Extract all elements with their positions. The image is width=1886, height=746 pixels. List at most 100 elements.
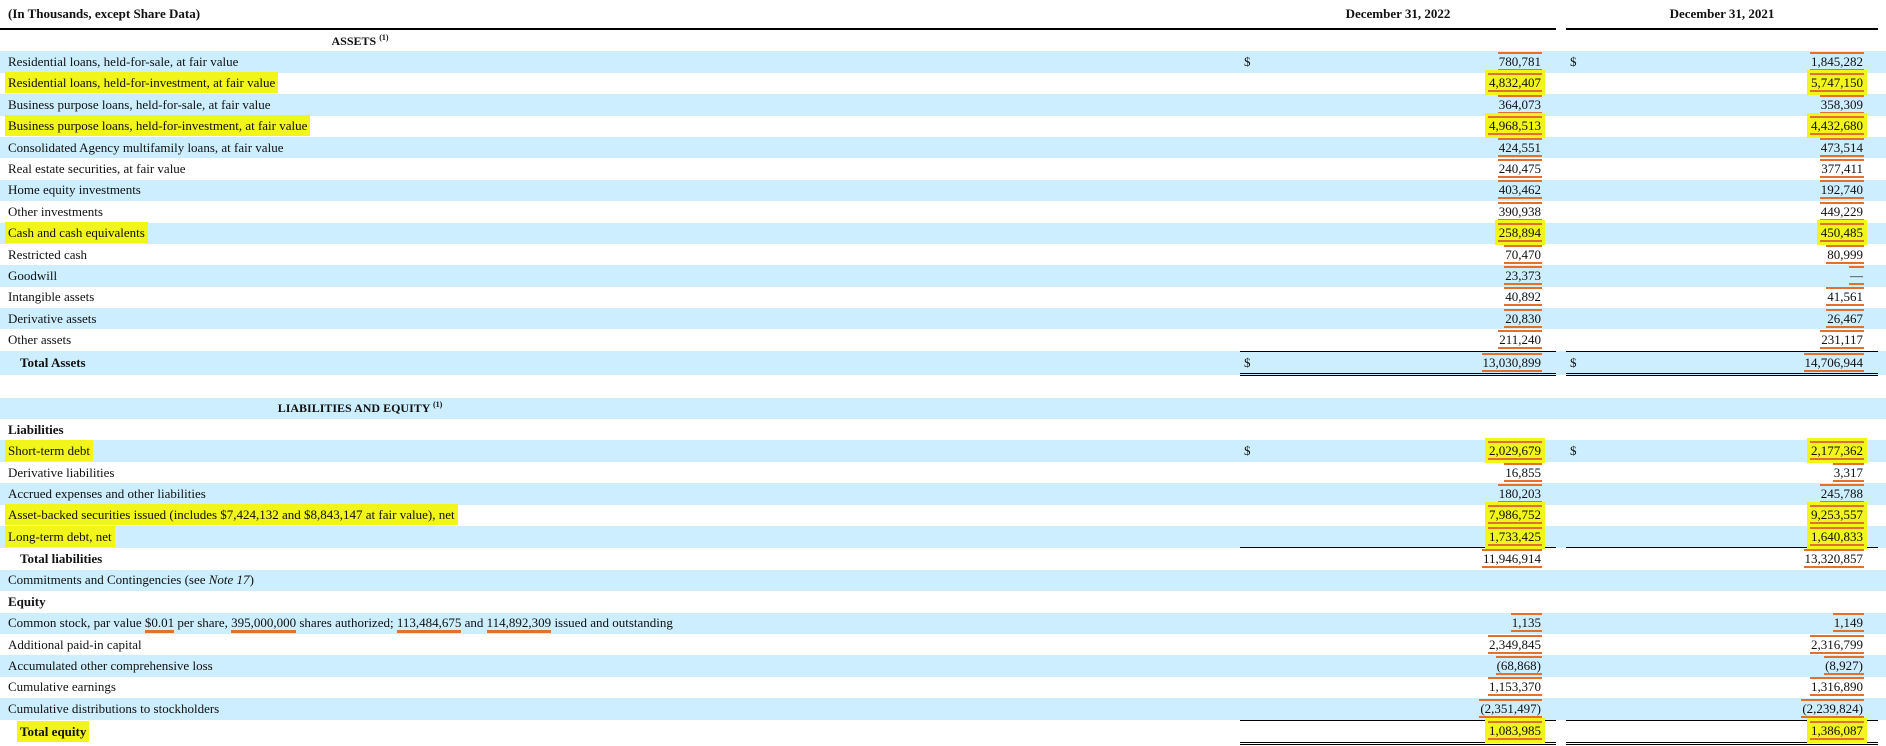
asset-row: Business purpose loans, held-for-investm… <box>0 116 1886 137</box>
value-2022: 211,240 <box>1498 330 1542 350</box>
equity-label: Equity <box>8 593 46 609</box>
value-2021: 473,514 <box>1819 137 1864 157</box>
asset-row: Other assets 211,240 231,117 <box>0 329 1886 351</box>
value-2022: 1,733,425 <box>1488 526 1542 546</box>
commitments-label: Commitments and Contingencies (see <box>8 572 209 588</box>
value-2021: 1,845,282 <box>1810 52 1864 72</box>
value-2021: 245,788 <box>1819 483 1864 503</box>
value-2022: 20,830 <box>1504 308 1542 328</box>
value-2021: 377,411 <box>1820 159 1864 179</box>
liabilities-label: Liabilities <box>8 421 64 437</box>
row-label: Business purpose loans, held-for-sale, a… <box>8 96 271 112</box>
common-stock-t1: Common stock, par value <box>8 615 145 631</box>
currency-symbol: $ <box>1570 54 1577 70</box>
value-2022: 1,083,985 <box>1488 721 1542 741</box>
value-2021: 26,467 <box>1826 308 1864 328</box>
asset-row: Home equity investments 403,462 192,740 <box>0 179 1886 202</box>
currency-symbol: $ <box>1570 354 1577 370</box>
row-label: Derivative liabilities <box>8 464 115 480</box>
currency-symbol: $ <box>1570 443 1577 459</box>
value-2022: 4,968,513 <box>1488 116 1542 136</box>
row-label: Home equity investments <box>8 182 141 198</box>
equity-row: Accumulated other comprehensive loss (68,… <box>0 655 1886 677</box>
row-label: Accumulated other comprehensive loss <box>8 658 213 674</box>
value-2021: 450,485 <box>1819 223 1864 243</box>
value-2021: 231,117 <box>1820 330 1864 350</box>
value-2021: 2,177,362 <box>1810 441 1864 461</box>
value-2022: 23,373 <box>1504 265 1542 285</box>
row-label: Asset-backed securities issued (includes… <box>8 507 455 523</box>
value-2021: 5,747,150 <box>1810 73 1864 93</box>
note-link[interactable]: Note 17 <box>209 572 250 587</box>
value-2022: 403,462 <box>1497 180 1542 200</box>
liability-row: Derivative liabilities 16,855 3,317 <box>0 462 1886 483</box>
footnote-ref: (1) <box>432 400 443 410</box>
equity-label-row: Equity <box>0 591 1886 612</box>
value-2022: 13,030,899 <box>1481 352 1542 372</box>
row-label: Real estate securities, at fair value <box>8 161 186 177</box>
footnote-ref: (1) <box>379 32 389 42</box>
row-label: Long-term debt, net <box>8 528 112 544</box>
value-2022: 2,029,679 <box>1488 441 1542 461</box>
total-assets-row: Total Assets $13,030,899 $14,706,944 <box>0 350 1886 377</box>
value-2022: 70,470 <box>1504 244 1542 264</box>
value-2022: 2,349,845 <box>1488 634 1542 654</box>
value-2022: 240,475 <box>1497 159 1542 179</box>
value-2021: 192,740 <box>1819 180 1864 200</box>
common-stock-t5: issued and outstanding <box>551 615 673 631</box>
asset-row: Real estate securities, at fair value 240… <box>0 158 1886 179</box>
value-2022: 1,153,370 <box>1488 677 1542 697</box>
asset-row: Residential loans, held-for-investment, … <box>0 73 1886 94</box>
equity-row: Additional paid-in capital 2,349,845 2,316… <box>0 634 1886 655</box>
row-label: Short-term debt <box>8 443 90 459</box>
value-2021: — <box>1849 265 1864 285</box>
assets-heading: ASSETS <box>331 33 377 48</box>
asset-row: Goodwill 23,373 — <box>0 265 1886 287</box>
common-stock-iss1: 113,484,675 <box>396 615 462 634</box>
common-stock-iss2: 114,892,309 <box>486 615 552 634</box>
value-2021: 3,317 <box>1832 462 1864 482</box>
units-label: (In Thousands, except Share Data) <box>0 0 1240 30</box>
row-label: Residential loans, held-for-sale, at fai… <box>8 54 239 70</box>
liability-row: Short-term debt $2,029,679 $2,177,362 <box>0 440 1886 462</box>
value-2021: 1,640,833 <box>1810 526 1864 546</box>
value-2022: 4,832,407 <box>1488 73 1542 93</box>
row-label: Cumulative distributions to stockholders <box>8 701 220 717</box>
asset-row: Consolidated Agency multifamily loans, a… <box>0 136 1886 159</box>
value-2021: 9,253,557 <box>1810 505 1864 525</box>
asset-row: Derivative assets 20,830 26,467 <box>0 308 1886 330</box>
value-2022: 364,073 <box>1497 94 1542 114</box>
liabilities-heading-row: LIABILITIES AND EQUITY (1) <box>0 397 1886 420</box>
value-2021: (2,239,824) <box>1801 698 1864 718</box>
asset-row: Cash and cash equivalents 258,894 450,485 <box>0 222 1886 244</box>
common-stock-t2: per share, <box>174 615 232 631</box>
value-2022: (2,351,497) <box>1479 698 1542 718</box>
asset-row: Restricted cash 70,470 80,999 <box>0 244 1886 265</box>
asset-row: Residential loans, held-for-sale, at fai… <box>0 51 1886 73</box>
row-label: Intangible assets <box>8 289 95 305</box>
asset-row: Business purpose loans, held-for-sale, a… <box>0 94 1886 116</box>
header-row: (In Thousands, except Share Data) Decemb… <box>0 0 1886 30</box>
row-label: Residential loans, held-for-investment, … <box>8 75 276 91</box>
asset-row: Other investments 390,938 449,229 <box>0 201 1886 222</box>
value-2022: 40,892 <box>1504 287 1542 307</box>
common-stock-row: Common stock, par value $0.01 per share,… <box>0 612 1886 634</box>
value-2021: 1,386,087 <box>1810 721 1864 741</box>
commitments-row: Commitments and Contingencies (see Note … <box>0 569 1886 592</box>
balance-sheet-table: (In Thousands, except Share Data) Decemb… <box>0 0 1886 745</box>
row-label: Other assets <box>8 332 72 348</box>
value-2021: (8,927) <box>1824 656 1864 676</box>
column-header-2021: December 31, 2021 <box>1566 0 1878 30</box>
value-2022: 780,781 <box>1497 52 1542 72</box>
row-label: Accrued expenses and other liabilities <box>8 485 206 501</box>
value-2022: (68,868) <box>1495 656 1542 676</box>
common-stock-auth: 395,000,000 <box>231 615 297 634</box>
value-2022: 390,938 <box>1497 201 1542 221</box>
value-2022: 258,894 <box>1497 223 1542 243</box>
liability-row: Long-term debt, net 1,733,425 1,640,833 <box>0 525 1886 548</box>
liabilities-heading: LIABILITIES AND EQUITY <box>277 401 430 416</box>
value-2021: 449,229 <box>1819 201 1864 221</box>
common-stock-par: $0.01 <box>144 615 175 634</box>
row-label: Restricted cash <box>8 246 88 262</box>
value-2022: 180,203 <box>1497 483 1542 503</box>
